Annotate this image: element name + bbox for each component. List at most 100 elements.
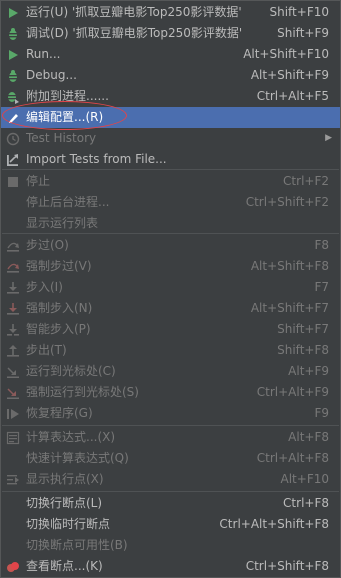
smart-step-into-icon	[5, 322, 21, 338]
force-step-over-icon	[5, 259, 21, 275]
submenu-arrow-icon: ▶	[325, 133, 332, 143]
step-into-icon	[5, 280, 21, 296]
menu-item-label: 强制步过(V)	[26, 259, 92, 273]
breakpoints-icon	[5, 559, 21, 575]
menu-item-label: 强制运行到光标处(S)	[26, 385, 139, 399]
menu-item-shortcut: Shift+F9	[277, 26, 329, 40]
menu-item-shortcut: Shift+F10	[269, 5, 329, 19]
menu-item-18[interactable]: 强制运行到光标处(S) Ctrl+Alt+F9	[1, 382, 340, 403]
menu-item-label: 附加到进程......	[26, 89, 109, 103]
menu-item-label: Import Tests from File...	[26, 152, 167, 166]
menu-item-label: 步过(O)	[26, 238, 69, 252]
menu-item-13[interactable]: 步入(I) F7	[1, 277, 340, 298]
menu-item-5[interactable]: 编辑配置...(R)	[1, 107, 340, 128]
run-icon	[5, 47, 21, 63]
menu-item-shortcut: Ctrl+Alt+F5	[256, 89, 329, 103]
run-icon	[5, 5, 21, 21]
menu-item-2[interactable]: Run... Alt+Shift+F10	[1, 44, 340, 65]
menu-item-7[interactable]: Import Tests from File...	[1, 149, 340, 170]
menu-item-label: 恢复程序(G)	[26, 406, 93, 420]
menu-item-shortcut: Alt+Shift+F7	[250, 301, 329, 315]
menu-item-12[interactable]: 强制步过(V) Alt+Shift+F8	[1, 256, 340, 277]
menu-item-24[interactable]: 切换临时行断点 Ctrl+Alt+Shift+F8	[1, 514, 340, 535]
run-to-cursor-icon	[5, 364, 21, 380]
menu-separator	[2, 169, 339, 170]
history-icon	[5, 131, 21, 147]
force-step-into-icon	[5, 301, 21, 317]
menu-item-1[interactable]: 调试(D) '抓取豆瓣电影Top250影评数据' Shift+F9	[1, 23, 340, 44]
menu-item-label: 编辑配置...(R)	[26, 110, 104, 124]
menu-item-shortcut: Alt+Shift+F10	[243, 47, 329, 61]
menu-item-shortcut: Ctrl+Shift+F8	[245, 559, 329, 573]
menu-item-14[interactable]: 强制步入(N) Alt+Shift+F7	[1, 298, 340, 319]
menu-item-10[interactable]: 显示运行列表	[1, 213, 340, 234]
menu-item-20[interactable]: 计算表达式...(X) Alt+F8	[1, 427, 340, 448]
menu-separator	[2, 233, 339, 234]
menu-item-shortcut: Alt+Shift+F8	[250, 259, 329, 273]
menu-item-label: 步出(T)	[26, 343, 67, 357]
menu-item-shortcut: Ctrl+Shift+F2	[245, 195, 329, 209]
menu-item-label: 智能步入(P)	[26, 322, 91, 336]
menu-item-23[interactable]: 切换行断点(L) Ctrl+F8	[1, 493, 340, 514]
step-over-icon	[5, 238, 21, 254]
menu-item-label: 切换断点可用性(B)	[26, 538, 128, 552]
menu-item-label: 运行(U) '抓取豆瓣电影Top250影评数据'	[26, 5, 242, 19]
menu-item-label: 查看断点...(K)	[26, 559, 103, 573]
menu-item-shortcut: Alt+F9	[288, 364, 329, 378]
menu-item-shortcut: Shift+F8	[277, 343, 329, 357]
menu-item-label: 切换临时行断点	[26, 517, 111, 531]
menu-separator	[2, 491, 339, 492]
menu-item-6[interactable]: Test History ▶	[1, 128, 340, 149]
menu-item-19[interactable]: 恢复程序(G) F9	[1, 403, 340, 424]
menu-item-label: 计算表达式...(X)	[26, 430, 116, 444]
debug-icon	[5, 26, 21, 42]
menu-item-0[interactable]: 运行(U) '抓取豆瓣电影Top250影评数据' Shift+F10	[1, 2, 340, 23]
menu-item-label: Run...	[26, 47, 61, 61]
menu-item-shortcut: Alt+F8	[288, 430, 329, 444]
menu-item-9[interactable]: 停止后台进程... Ctrl+Shift+F2	[1, 192, 340, 213]
menu-item-17[interactable]: 运行到光标处(C) Alt+F9	[1, 361, 340, 382]
menu-item-21[interactable]: 快速计算表达式(Q) Ctrl+Alt+F8	[1, 448, 340, 469]
menu-item-25[interactable]: 切换断点可用性(B)	[1, 535, 340, 556]
menu-item-shortcut: F8	[314, 238, 329, 252]
menu-separator	[2, 425, 339, 426]
show-execution-point-icon	[5, 472, 21, 488]
menu-item-label: 停止	[26, 174, 51, 188]
menu-item-26[interactable]: 查看断点...(K) Ctrl+Shift+F8	[1, 556, 340, 577]
menu-item-shortcut: Ctrl+Alt+F9	[256, 385, 329, 399]
menu-item-shortcut: Alt+F10	[280, 472, 329, 486]
resume-icon	[5, 406, 21, 422]
menu-item-11[interactable]: 步过(O) F8	[1, 235, 340, 256]
menu-item-3[interactable]: Debug... Alt+Shift+F9	[1, 65, 340, 86]
menu-item-label: 快速计算表达式(Q)	[26, 451, 129, 465]
menu-item-22[interactable]: 显示执行点(X) Alt+F10	[1, 469, 340, 490]
menu-item-8[interactable]: 停止 Ctrl+F2	[1, 171, 340, 192]
menu-item-label: 强制步入(N)	[26, 301, 93, 315]
menu-item-label: 切换行断点(L)	[26, 496, 103, 510]
menu-item-shortcut: Ctrl+Alt+Shift+F8	[219, 517, 329, 531]
import-tests-icon	[5, 152, 21, 168]
evaluate-icon	[5, 430, 21, 446]
attach-icon	[5, 89, 21, 105]
menu-item-shortcut: Ctrl+F8	[283, 496, 329, 510]
menu-item-shortcut: Ctrl+Alt+F8	[256, 451, 329, 465]
edit-config-icon	[5, 110, 21, 126]
menu-item-4[interactable]: 附加到进程...... Ctrl+Alt+F5	[1, 86, 340, 107]
menu-item-shortcut: Alt+Shift+F9	[250, 68, 329, 82]
menu-item-label: Debug...	[26, 68, 77, 82]
debug-icon	[5, 68, 21, 84]
menu-item-label: 运行到光标处(C)	[26, 364, 116, 378]
menu-item-15[interactable]: 智能步入(P) Shift+F7	[1, 319, 340, 340]
menu-item-shortcut: Shift+F7	[277, 322, 329, 336]
menu-item-label: 停止后台进程...	[26, 195, 110, 209]
menu-item-shortcut: Ctrl+F2	[283, 174, 329, 188]
menu-item-label: 步入(I)	[26, 280, 63, 294]
menu-item-shortcut: F7	[314, 280, 329, 294]
menu-item-label: 显示运行列表	[26, 216, 99, 230]
menu-item-16[interactable]: 步出(T) Shift+F8	[1, 340, 340, 361]
stop-icon	[5, 174, 21, 190]
menu-item-label: 调试(D) '抓取豆瓣电影Top250影评数据'	[26, 26, 243, 40]
menu-item-label: Test History	[26, 131, 97, 145]
step-out-icon	[5, 343, 21, 359]
menu-item-shortcut: F9	[314, 406, 329, 420]
